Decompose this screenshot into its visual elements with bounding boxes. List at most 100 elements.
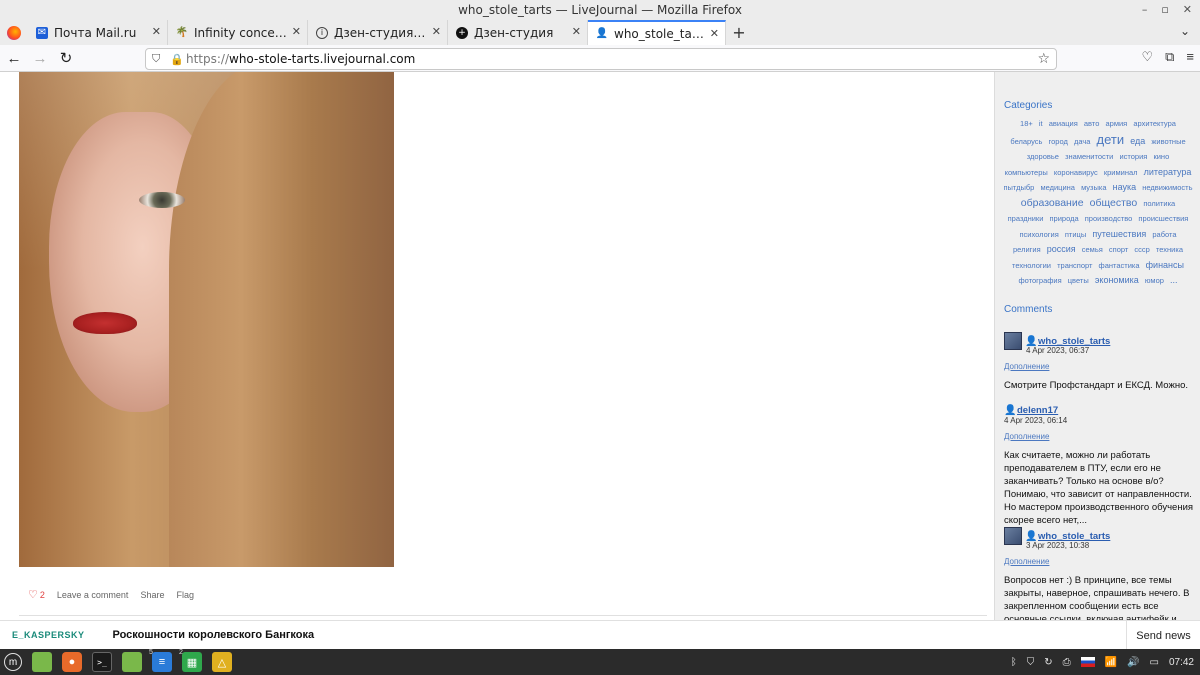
category-tag[interactable]: коронавирус (1054, 168, 1098, 177)
keyboard-layout-icon[interactable] (1080, 657, 1095, 667)
close-tab-icon[interactable]: ✕ (432, 25, 441, 38)
category-tag[interactable]: техника (1156, 245, 1183, 254)
firefox-view-button[interactable] (0, 20, 28, 45)
category-tag[interactable]: 18+ (1020, 119, 1033, 128)
bookmark-star-icon[interactable]: ☆ (1037, 51, 1050, 67)
firefox-taskbar-icon[interactable]: ● (62, 652, 82, 672)
tracking-protection-icon[interactable]: ⛉ (152, 52, 164, 66)
category-tag[interactable]: россия (1047, 244, 1076, 254)
comment-post-link[interactable]: Дополнение (1004, 557, 1194, 566)
category-tag[interactable]: город (1049, 137, 1068, 146)
category-tag[interactable]: кино (1153, 152, 1169, 161)
category-tag[interactable]: еда (1130, 136, 1145, 146)
category-tag[interactable]: беларусь (1010, 137, 1042, 146)
category-tag[interactable]: политика (1143, 199, 1175, 208)
category-tag[interactable]: экономика (1095, 275, 1139, 285)
send-news-button[interactable]: Send news (1126, 621, 1200, 650)
category-tag[interactable]: религия (1013, 245, 1041, 254)
category-tag[interactable]: авиация (1049, 119, 1078, 128)
category-tag[interactable]: транспорт (1057, 261, 1092, 270)
category-tag[interactable]: ссср (1134, 245, 1149, 254)
category-tag[interactable]: дача (1074, 137, 1090, 146)
like-heart-icon[interactable]: ♡ (28, 588, 38, 601)
comment-author[interactable]: delenn17 (1017, 405, 1058, 416)
category-tag[interactable]: путешествия (1092, 229, 1146, 239)
category-tag[interactable]: знаменитости (1065, 152, 1113, 161)
category-tag[interactable]: криминал (1104, 168, 1138, 177)
news-brand[interactable]: E_KASPERSKY (12, 630, 85, 640)
maximize-icon[interactable]: ▫ (1161, 0, 1168, 20)
extensions-icon[interactable]: ⧉ (1165, 49, 1174, 65)
writer-icon[interactable]: ≡ 5 (149, 649, 172, 672)
category-tag[interactable]: it (1039, 119, 1043, 128)
share-link[interactable]: Share (140, 590, 164, 600)
category-tag[interactable]: праздники (1008, 214, 1044, 223)
category-tag[interactable]: здоровье (1027, 152, 1059, 161)
close-tab-icon[interactable]: ✕ (710, 27, 719, 40)
category-tag[interactable]: финансы (1146, 260, 1184, 270)
category-tag[interactable]: юмор (1145, 276, 1164, 285)
comment-author[interactable]: who_stole_tarts (1038, 531, 1110, 542)
category-tag[interactable]: авто (1084, 119, 1100, 128)
shield-icon[interactable]: ⛉ (1027, 657, 1035, 668)
tab-livejournal[interactable]: 👤 who_stole_tarts — LiveJou ✕ (588, 20, 726, 45)
close-tab-icon[interactable]: ✕ (292, 25, 301, 38)
tab-mail[interactable]: ✉ Почта Mail.ru ✕ (28, 20, 168, 45)
terminal-icon[interactable]: >_ (92, 652, 112, 672)
folder-icon[interactable] (122, 652, 142, 672)
leave-comment-link[interactable]: Leave a comment (57, 590, 129, 600)
category-tag[interactable]: компьютеры (1005, 168, 1048, 177)
category-tag[interactable]: фантастика (1099, 261, 1140, 270)
comment-post-link[interactable]: Дополнение (1004, 432, 1194, 441)
minimize-icon[interactable]: – (1142, 0, 1148, 20)
category-tag[interactable]: животные (1151, 137, 1185, 146)
avatar[interactable] (1004, 332, 1022, 350)
category-tag[interactable]: работа (1152, 230, 1176, 239)
reload-button[interactable]: ↻ (54, 46, 78, 70)
category-tag[interactable]: архитектура (1133, 119, 1176, 128)
category-tag[interactable]: история (1119, 152, 1147, 161)
printer-icon[interactable]: ⎙ (1063, 657, 1071, 668)
category-tag[interactable]: литература (1144, 167, 1192, 177)
category-tag[interactable]: птицы (1065, 230, 1086, 239)
pocket-icon[interactable]: ♡ (1141, 49, 1153, 65)
flag-link[interactable]: Flag (176, 590, 194, 600)
lock-icon[interactable]: 🔒 (170, 53, 184, 66)
category-tag[interactable]: недвижимость (1142, 183, 1192, 192)
bluetooth-icon[interactable]: ᛒ (1011, 657, 1017, 668)
category-tag[interactable]: производство (1085, 214, 1133, 223)
forward-button[interactable]: → (28, 46, 52, 70)
tab-dzen-studio[interactable]: + Дзен-студия ✕ (448, 20, 588, 45)
tab-dzen-studio-article[interactable]: i Дзен-студия | О насущном ✕ (308, 20, 448, 45)
update-icon[interactable]: ↻ (1044, 657, 1052, 668)
category-tag[interactable]: происшествия (1138, 214, 1188, 223)
comment-post-link[interactable]: Дополнение (1004, 362, 1194, 371)
category-tag[interactable]: армия (1105, 119, 1127, 128)
category-tag[interactable]: дети (1097, 132, 1125, 147)
close-tab-icon[interactable]: ✕ (572, 25, 581, 38)
menu-icon[interactable]: ≡ (1186, 49, 1194, 65)
category-tag[interactable]: пытдыбр (1003, 183, 1034, 192)
category-tag[interactable]: спорт (1109, 245, 1128, 254)
news-headline[interactable]: Роскошности королевского Бангкока (113, 629, 315, 641)
clock[interactable]: 07:42 (1169, 657, 1194, 668)
back-button[interactable]: ← (2, 46, 26, 70)
category-tag[interactable]: фотография (1018, 276, 1061, 285)
address-bar[interactable]: ⛉ 🔒 https://who-stole-tarts.livejournal.… (145, 48, 1057, 70)
category-tag[interactable]: психология (1019, 230, 1058, 239)
new-tab-button[interactable]: + (726, 20, 752, 45)
list-all-tabs-icon[interactable]: ⌄ (1180, 24, 1190, 38)
close-tab-icon[interactable]: ✕ (152, 25, 161, 38)
category-tag[interactable]: образование (1021, 197, 1084, 209)
calc-icon[interactable]: ▦ 2 (179, 649, 202, 672)
category-tag[interactable]: семья (1082, 245, 1103, 254)
volume-icon[interactable]: 🔊 (1127, 657, 1139, 668)
draw-icon[interactable]: △ (212, 652, 232, 672)
battery-icon[interactable]: ▭ (1150, 657, 1159, 668)
category-tag[interactable]: медицина (1040, 183, 1075, 192)
wifi-icon[interactable]: 📶 (1105, 657, 1117, 668)
start-menu-icon[interactable]: m (4, 653, 22, 671)
tab-infinity-concert[interactable]: 🌴 Infinity concert - концертн ✕ (168, 20, 308, 45)
close-window-icon[interactable]: ✕ (1183, 0, 1192, 20)
category-tag[interactable]: цветы (1068, 276, 1089, 285)
